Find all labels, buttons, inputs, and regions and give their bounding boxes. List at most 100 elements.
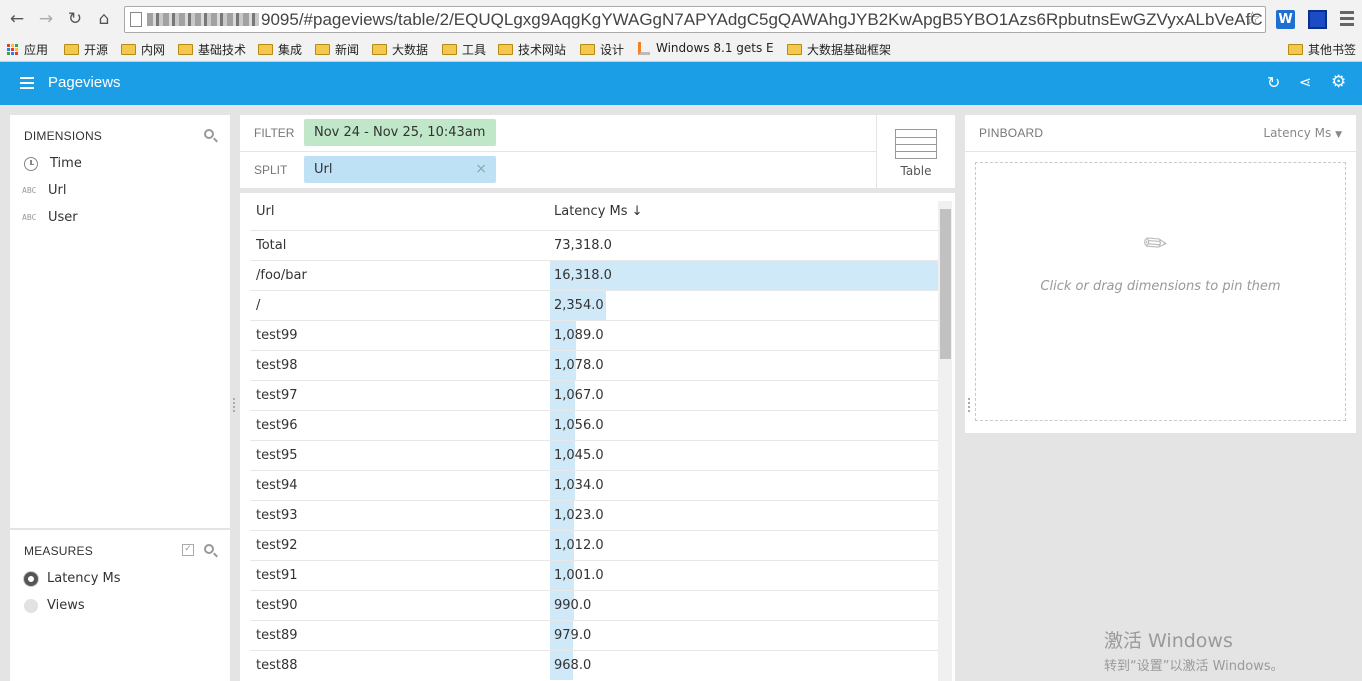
column-header-latency[interactable]: Latency Ms ↓ — [554, 204, 643, 219]
search-icon[interactable] — [204, 129, 214, 139]
data-table: Url Latency Ms ↓ Total 73,318.0/foo/bar 16… — [240, 193, 955, 681]
extension-w-icon[interactable]: W — [1276, 10, 1295, 29]
table-row[interactable]: test94 1,034.0 — [250, 470, 938, 500]
remove-split-icon[interactable]: × — [475, 156, 487, 183]
folder-icon — [64, 44, 79, 55]
share-icon[interactable]: ⋖ — [1299, 73, 1312, 91]
dimension-item-url[interactable]: ABC Url — [22, 183, 66, 198]
cell-url: test90 — [256, 598, 298, 613]
cell-url: Total — [256, 238, 287, 253]
cell-latency: 73,318.0 — [554, 238, 612, 253]
extension-icon[interactable] — [1308, 10, 1327, 29]
cell-url: test89 — [256, 628, 298, 643]
abc-icon: ABC — [22, 213, 37, 222]
table-row[interactable]: test96 1,056.0 — [250, 410, 938, 440]
cell-url: test95 — [256, 448, 298, 463]
cell-url: test96 — [256, 418, 298, 433]
folder-icon — [315, 44, 330, 55]
folder-icon — [178, 44, 193, 55]
cell-url: test97 — [256, 388, 298, 403]
folder-icon — [580, 44, 595, 55]
browser-menu-icon[interactable] — [1340, 11, 1354, 29]
divider — [965, 151, 1356, 152]
bookmark-folder[interactable]: 大数据 — [372, 41, 428, 58]
folder-icon — [442, 44, 457, 55]
table-row[interactable]: test88 968.0 — [250, 650, 938, 680]
clock-icon — [24, 156, 38, 171]
folder-icon — [258, 44, 273, 55]
folder-icon — [121, 44, 136, 55]
table-row[interactable]: test95 1,045.0 — [250, 440, 938, 470]
sort-desc-icon: ↓ — [631, 204, 643, 219]
table-row[interactable]: test91 1,001.0 — [250, 560, 938, 590]
table-row[interactable]: / 2,354.0 — [250, 290, 938, 320]
radio-selected-icon[interactable] — [24, 571, 38, 586]
table-row[interactable]: test98 1,078.0 — [250, 350, 938, 380]
settings-icon[interactable]: ⚙ — [1331, 72, 1346, 92]
forward-icon[interactable]: → — [35, 8, 57, 30]
measures-title: MEASURES — [24, 544, 93, 558]
bookmark-folder[interactable]: 工具 — [442, 41, 486, 58]
watermark-line-1: 激活 Windows — [1104, 630, 1233, 652]
table-row[interactable]: test92 1,012.0 — [250, 530, 938, 560]
bookmark-folder[interactable]: 基础技术 — [178, 41, 246, 58]
refresh-icon[interactable]: ↻ — [1267, 73, 1280, 92]
scrollbar-thumb[interactable] — [940, 209, 951, 359]
cell-latency: 1,067.0 — [554, 388, 604, 403]
cell-url: /foo/bar — [256, 268, 307, 283]
bookmark-apps[interactable]: 应用 — [7, 41, 48, 58]
table-row[interactable]: test97 1,067.0 — [250, 380, 938, 410]
bookmark-folder[interactable]: 大数据基础框架 — [787, 41, 891, 58]
bookmark-link[interactable]: Windows 8.1 gets E — [638, 41, 774, 55]
abc-icon: ABC — [22, 186, 37, 195]
table-row[interactable]: test99 1,089.0 — [250, 320, 938, 350]
bookmark-other[interactable]: 其他书签 — [1288, 41, 1356, 58]
search-icon[interactable] — [204, 544, 214, 554]
back-icon[interactable]: ← — [6, 8, 28, 30]
cell-latency: 1,023.0 — [554, 508, 604, 523]
bookmark-folder[interactable]: 技术网站 — [498, 41, 566, 58]
cell-url: test99 — [256, 328, 298, 343]
table-row[interactable]: test93 1,023.0 — [250, 500, 938, 530]
measure-item-latency[interactable]: Latency Ms — [24, 571, 121, 586]
cell-latency: 1,089.0 — [554, 328, 604, 343]
column-header-url[interactable]: Url — [256, 204, 274, 219]
measure-item-views[interactable]: Views — [24, 598, 85, 613]
menu-icon[interactable] — [20, 77, 34, 92]
resize-handle[interactable] — [233, 398, 235, 412]
reload-icon[interactable]: ↻ — [64, 8, 86, 30]
cell-url: test98 — [256, 358, 298, 373]
bookmark-folder[interactable]: 设计 — [580, 41, 624, 58]
filter-pill[interactable]: Nov 24 - Nov 25, 10:43am — [304, 119, 496, 146]
resize-handle[interactable] — [968, 398, 970, 412]
folder-icon — [372, 44, 387, 55]
bookmark-folder[interactable]: 新闻 — [315, 41, 359, 58]
bookmark-folder[interactable]: 开源 — [64, 41, 108, 58]
radio-unselected-icon[interactable] — [24, 598, 38, 613]
blurred-host — [147, 13, 259, 26]
cell-latency: 2,354.0 — [554, 298, 604, 313]
table-row[interactable]: test90 990.0 — [250, 590, 938, 620]
pinboard-measure-select[interactable]: Latency Ms ▼ — [1263, 126, 1342, 140]
table-row[interactable]: /foo/bar 16,318.0 — [250, 260, 938, 290]
bookmark-folder[interactable]: 集成 — [258, 41, 302, 58]
star-icon[interactable]: ☆ — [1244, 7, 1261, 32]
viz-selector[interactable]: Table — [877, 115, 955, 188]
dimension-item-time[interactable]: Time — [24, 156, 82, 171]
table-header: Url Latency Ms ↓ — [250, 193, 938, 230]
checklist-icon[interactable]: ✓ — [182, 544, 194, 556]
cell-url: test93 — [256, 508, 298, 523]
folder-icon — [1288, 44, 1303, 55]
url-field[interactable]: 9095/#pageviews/table/2/EQUQLgxg9AqgKgYW… — [124, 6, 1266, 33]
split-pill[interactable]: Url × — [304, 156, 496, 183]
pin-drop-zone[interactable]: ✎ Click or drag dimensions to pin them — [975, 162, 1346, 421]
dimension-item-user[interactable]: ABC User — [22, 210, 78, 225]
home-icon[interactable]: ⌂ — [93, 8, 115, 30]
bookmark-folder[interactable]: 内网 — [121, 41, 165, 58]
cell-url: / — [256, 298, 261, 313]
cell-latency: 1,078.0 — [554, 358, 604, 373]
cell-latency: 990.0 — [554, 598, 592, 613]
table-row[interactable]: test89 979.0 — [250, 620, 938, 650]
table-row[interactable]: Total 73,318.0 — [250, 230, 938, 260]
column-header-latency-label: Latency Ms — [554, 204, 628, 219]
